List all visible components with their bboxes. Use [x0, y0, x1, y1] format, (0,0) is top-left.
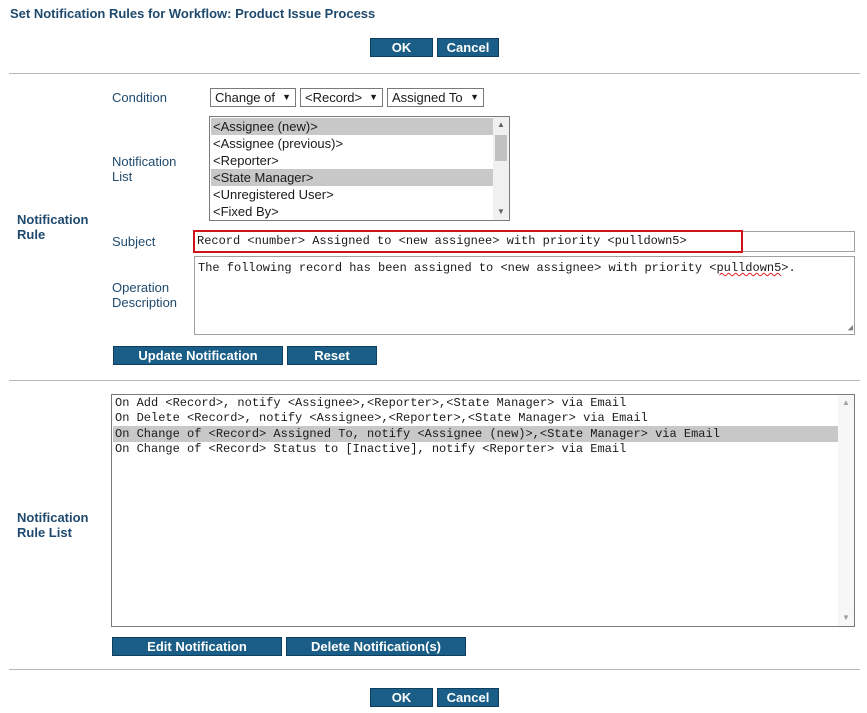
condition-record-select[interactable]: <Record> ▼: [300, 88, 383, 107]
notification-list-box[interactable]: <Assignee (new)> <Assignee (previous)> <…: [209, 116, 510, 221]
rule-list-row[interactable]: On Delete <Record>, notify <Assignee>,<R…: [113, 410, 839, 426]
cancel-button-top[interactable]: Cancel: [437, 38, 499, 57]
reset-button[interactable]: Reset: [287, 346, 377, 365]
rule-list-scrollbar[interactable]: ▲ ▼: [838, 395, 854, 626]
scrollbar-thumb[interactable]: [495, 135, 507, 161]
chevron-down-icon: ▼: [470, 92, 479, 102]
condition-label: Condition: [112, 90, 167, 105]
divider-middle: [9, 380, 860, 381]
ok-button-top[interactable]: OK: [370, 38, 433, 57]
rule-list-row[interactable]: On Change of <Record> Status to [Inactiv…: [113, 441, 839, 457]
rule-list-row[interactable]: On Add <Record>, notify <Assignee>,<Repo…: [113, 395, 839, 411]
chevron-down-icon: ▼: [282, 92, 291, 102]
notification-rule-list[interactable]: On Add <Record>, notify <Assignee>,<Repo…: [111, 394, 855, 627]
notification-list-option[interactable]: <Unregistered User>: [211, 186, 495, 203]
condition-field-select[interactable]: Assigned To ▼: [387, 88, 484, 107]
chevron-down-icon: ▼: [369, 92, 378, 102]
condition-event-select[interactable]: Change of ▼: [210, 88, 296, 107]
page-title: Set Notification Rules for Workflow: Pro…: [10, 6, 376, 21]
delete-notifications-button[interactable]: Delete Notification(s): [286, 637, 466, 656]
scroll-up-icon[interactable]: ▲: [838, 395, 854, 411]
ok-button-bottom[interactable]: OK: [370, 688, 433, 707]
resize-grip-icon[interactable]: ◢: [848, 324, 853, 333]
notification-list-option[interactable]: <Fixed By>: [211, 203, 495, 220]
operation-description-textarea[interactable]: The following record has been assigned t…: [194, 256, 855, 335]
rule-list-row[interactable]: On Change of <Record> Assigned To, notif…: [113, 426, 839, 442]
cancel-button-bottom[interactable]: Cancel: [437, 688, 499, 707]
operation-description-label: Operation Description: [112, 280, 178, 310]
notification-rule-list-section-label: Notification Rule List: [17, 510, 89, 540]
edit-notification-button[interactable]: Edit Notification: [112, 637, 282, 656]
notification-list-label: Notification List: [112, 154, 177, 184]
scroll-down-icon[interactable]: ▼: [838, 610, 854, 626]
update-notification-button[interactable]: Update Notification: [113, 346, 283, 365]
divider-top: [9, 73, 860, 74]
scroll-up-icon[interactable]: ▲: [493, 117, 509, 133]
notification-list-option[interactable]: <Assignee (new)>: [211, 118, 495, 135]
notification-list-option[interactable]: <Reporter>: [211, 152, 495, 169]
notification-list-option[interactable]: <State Manager>: [211, 169, 495, 186]
notification-list-option[interactable]: <Assignee (previous)>: [211, 135, 495, 152]
notification-list-scrollbar[interactable]: ▲ ▼: [493, 117, 509, 220]
divider-bottom: [9, 669, 860, 670]
notification-rule-section-label: Notification Rule: [17, 212, 89, 242]
subject-highlight-box: [193, 230, 743, 253]
subject-label: Subject: [112, 234, 156, 249]
spellcheck-word: pulldown5: [716, 261, 782, 275]
scroll-down-icon[interactable]: ▼: [493, 204, 509, 220]
